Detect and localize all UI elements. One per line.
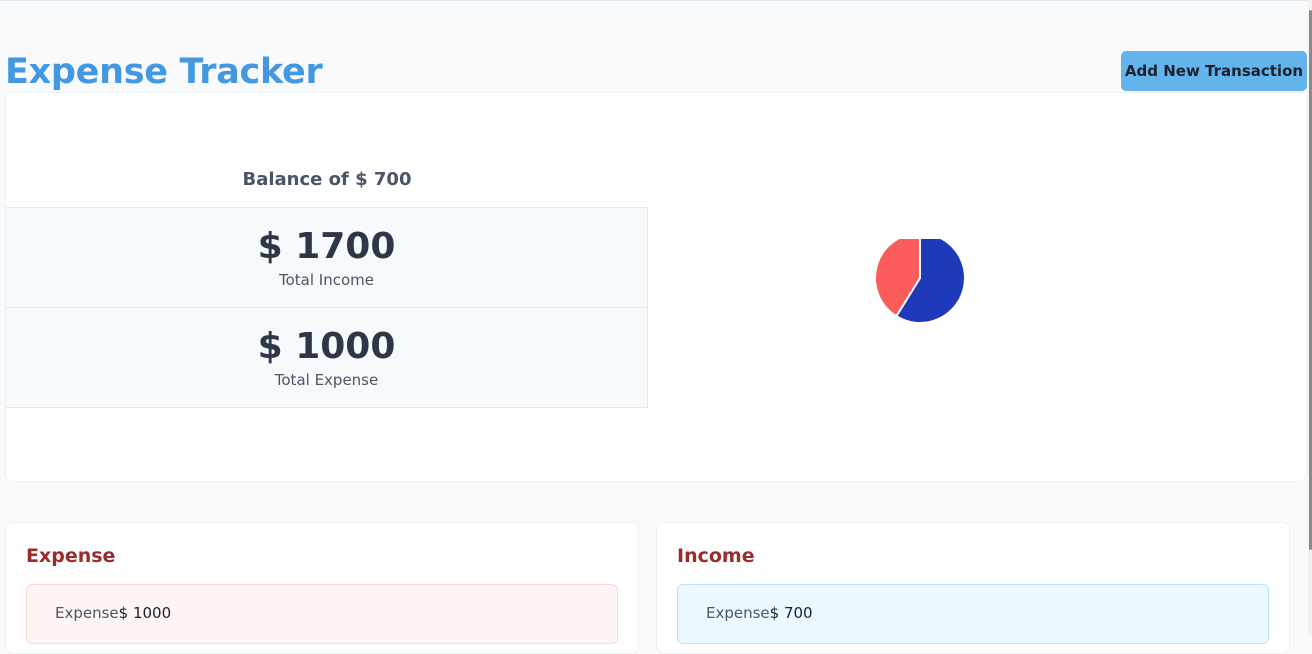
pie-chart — [868, 231, 968, 339]
item-label: Expense — [55, 604, 119, 622]
income-list-title: Income — [677, 545, 755, 567]
list-item[interactable]: Expense$ 1000 — [26, 584, 618, 644]
pie-chart-svg — [874, 231, 966, 324]
total-expense-value: $ 1000 — [257, 326, 396, 367]
balance-heading: Balance of $ 700 — [242, 169, 412, 190]
total-expense-box: $ 1000 Total Expense — [6, 307, 648, 408]
total-expense-label: Total Expense — [274, 371, 379, 389]
top-divider — [0, 0, 1312, 1]
total-income-box: $ 1700 Total Income — [6, 207, 648, 307]
summary-card: Balance of $ 700 $ 1700 Total Income $ 1… — [5, 92, 1307, 482]
add-transaction-button[interactable]: Add New Transaction — [1121, 51, 1307, 91]
total-income-label: Total Income — [279, 271, 374, 289]
income-list-card: Income Expense$ 700 — [656, 522, 1290, 654]
expense-list-card: Expense Expense$ 1000 — [5, 522, 639, 654]
list-item[interactable]: Expense$ 700 — [677, 584, 1269, 644]
total-income-value: $ 1700 — [257, 226, 396, 267]
app-page: Expense Tracker Add New Transaction Bala… — [0, 0, 1312, 654]
item-amount: $ 1000 — [118, 604, 172, 622]
page-title: Expense Tracker — [5, 52, 323, 92]
expense-list-title: Expense — [26, 545, 116, 567]
item-label: Expense — [706, 604, 770, 622]
item-amount: $ 700 — [769, 604, 813, 622]
